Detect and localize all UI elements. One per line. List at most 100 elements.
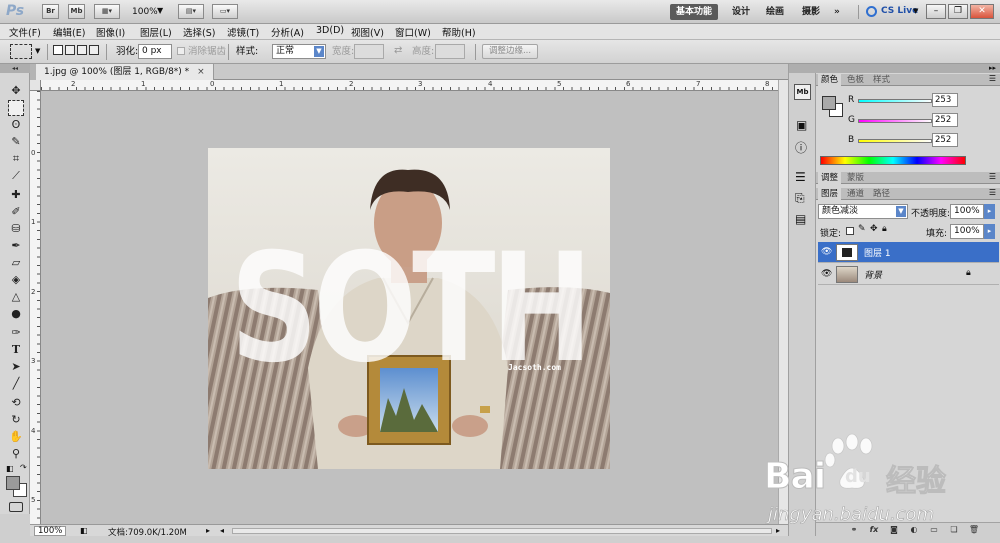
eye-icon[interactable]: 👁︎ xyxy=(821,269,832,279)
pen-tool-icon[interactable]: ✑ xyxy=(8,325,24,341)
type-tool-icon[interactable]: T xyxy=(8,342,24,358)
color-spectrum-bar[interactable] xyxy=(820,156,966,165)
lock-transparent-icon[interactable] xyxy=(846,227,854,235)
menu-window[interactable]: 窗口(W) xyxy=(395,25,431,39)
cslive-dropdown-icon[interactable]: ▼ xyxy=(913,7,918,15)
foreground-color-swatch[interactable] xyxy=(6,476,20,490)
lock-image-icon[interactable]: ✎ xyxy=(858,224,866,234)
tab-adjustments[interactable]: 调整 xyxy=(818,172,842,184)
antialias-checkbox[interactable] xyxy=(177,47,185,55)
arrange-documents-button[interactable]: ▤▾ xyxy=(178,4,204,19)
paint-bucket-tool-icon[interactable]: ◈ xyxy=(8,272,24,288)
move-tool-icon[interactable]: ✥ xyxy=(8,83,24,99)
zoom-dropdown-icon[interactable]: ▼ xyxy=(157,6,163,15)
layer-name[interactable]: 图层 1 xyxy=(864,246,891,259)
preset-dropdown-icon[interactable]: ▼ xyxy=(35,47,40,55)
minibridge-panel-icon[interactable]: Mb xyxy=(794,84,811,100)
opacity-input[interactable]: 100% xyxy=(950,204,984,219)
menu-filter[interactable]: 滤镜(T) xyxy=(227,25,259,39)
new-selection-icon[interactable] xyxy=(53,45,63,55)
panel-menu-icon[interactable]: ☰ xyxy=(989,188,996,197)
status-arrow-icon[interactable]: ▸ xyxy=(206,526,210,535)
ruler-origin[interactable] xyxy=(30,80,41,91)
red-value[interactable]: 253 xyxy=(932,93,958,107)
menu-help[interactable]: 帮助(H) xyxy=(442,25,476,39)
3d-orbit-tool-icon[interactable]: ↻ xyxy=(8,412,24,428)
close-tab-icon[interactable]: × xyxy=(197,67,205,77)
lock-all-icon[interactable]: 🔒︎ xyxy=(882,224,887,234)
workspace-design[interactable]: 设计 xyxy=(726,4,756,20)
refine-edge-button[interactable]: 调整边缘... xyxy=(482,44,538,59)
add-to-selection-icon[interactable] xyxy=(65,45,75,55)
red-slider[interactable] xyxy=(858,99,932,103)
swap-dimensions-icon[interactable]: ⇄ xyxy=(394,45,402,56)
width-input[interactable] xyxy=(354,44,384,59)
3d-rotate-tool-icon[interactable]: ⟲ xyxy=(8,395,24,411)
tab-swatches[interactable]: 色板 xyxy=(844,74,867,86)
layer-row-selected[interactable]: 👁︎ 图层 1 xyxy=(818,242,999,263)
fill-slider-icon[interactable]: ▸ xyxy=(984,224,995,239)
subtract-selection-icon[interactable] xyxy=(77,45,87,55)
blur-tool-icon[interactable]: △ xyxy=(8,289,24,305)
clone-stamp-tool-icon[interactable]: ⛁ xyxy=(8,221,24,237)
tab-color[interactable]: 颜色 xyxy=(818,74,842,86)
minibridge-button[interactable]: Mb xyxy=(68,4,85,19)
default-colors-icon[interactable]: ◧ xyxy=(6,464,14,473)
menu-view[interactable]: 视图(V) xyxy=(351,25,384,39)
screen-mode-button[interactable]: ▭▾ xyxy=(212,4,238,19)
hscroll-left-icon[interactable]: ◂ xyxy=(220,526,224,535)
dodge-tool-icon[interactable]: ● xyxy=(8,306,24,322)
lasso-tool-icon[interactable]: ʘ xyxy=(8,117,24,133)
workspace-essentials[interactable]: 基本功能 xyxy=(670,4,719,20)
line-tool-icon[interactable]: ╱ xyxy=(8,376,24,392)
eye-icon[interactable]: 👁︎ xyxy=(821,247,832,257)
zoom-tool-icon[interactable]: ⚲ xyxy=(8,446,24,462)
clone-source-panel-icon[interactable]: ⎘ xyxy=(795,191,805,206)
restore-button[interactable]: ❐ xyxy=(948,4,968,19)
info-panel-icon[interactable]: ⓘ xyxy=(795,139,807,156)
menu-3d[interactable]: 3D(D) xyxy=(316,25,344,36)
marquee-tool-icon[interactable] xyxy=(8,100,24,116)
tab-paths[interactable]: 路径 xyxy=(870,188,893,200)
view-extras-button[interactable]: ▦▾ xyxy=(94,4,120,19)
eyedropper-tool-icon[interactable]: ⟋ xyxy=(8,168,24,184)
marquee-tool-preset-icon[interactable] xyxy=(10,44,32,59)
workspace-painting[interactable]: 绘画 xyxy=(760,4,790,20)
style-select[interactable]: 正常 ▼ xyxy=(272,44,326,59)
swap-colors-icon[interactable]: ↷ xyxy=(20,463,27,472)
more-workspaces-button[interactable]: » xyxy=(828,4,846,20)
tab-layers[interactable]: 图层 xyxy=(818,188,842,200)
vertical-ruler[interactable]: 0 1 2 3 4 5 xyxy=(30,91,41,524)
blue-slider[interactable] xyxy=(858,139,932,143)
status-nav-icon[interactable]: ◧ xyxy=(80,526,88,535)
menu-image[interactable]: 图像(I) xyxy=(96,25,125,39)
dock-expand-icon[interactable]: ▸▸ xyxy=(989,64,996,72)
eraser-tool-icon[interactable]: ▱ xyxy=(8,255,24,271)
toolbox-collapse-icon[interactable]: ◂◂ xyxy=(0,64,30,73)
tab-masks[interactable]: 蒙版 xyxy=(844,172,867,184)
layer-name[interactable]: 背景 xyxy=(864,268,882,281)
actions-panel-icon[interactable]: ▤ xyxy=(795,212,806,226)
blue-value[interactable]: 252 xyxy=(932,133,958,147)
horizontal-ruler[interactable]: 2 1 0 1 2 3 4 5 6 7 8 xyxy=(41,80,778,91)
workspace-photography[interactable]: 摄影 xyxy=(796,4,826,20)
layer-row-background[interactable]: 👁︎ 背景 🔒︎ xyxy=(818,264,999,285)
panel-menu-icon[interactable]: ☰ xyxy=(989,74,996,83)
adjustments-panel-icon[interactable]: ☰ xyxy=(795,170,806,184)
menu-analysis[interactable]: 分析(A) xyxy=(271,25,304,39)
crop-tool-icon[interactable]: ⌗ xyxy=(8,151,24,167)
green-value[interactable]: 252 xyxy=(932,113,958,127)
color-foreground-swatch[interactable] xyxy=(822,96,836,110)
blend-mode-select[interactable]: 颜色减淡 ▼ xyxy=(818,204,908,219)
feather-input[interactable]: 0 px xyxy=(138,44,172,59)
fill-input[interactable]: 100% xyxy=(950,224,984,239)
status-zoom[interactable]: 100% xyxy=(34,526,67,536)
green-slider[interactable] xyxy=(858,119,932,123)
document-tab[interactable]: 1.jpg @ 100% (图层 1, RGB/8*) * × xyxy=(36,64,214,80)
history-brush-tool-icon[interactable]: ✒ xyxy=(8,238,24,254)
panel-menu-icon[interactable]: ☰ xyxy=(989,172,996,181)
path-selection-tool-icon[interactable]: ➤ xyxy=(8,359,24,375)
height-input[interactable] xyxy=(435,44,465,59)
tab-channels[interactable]: 通道 xyxy=(844,188,867,200)
bridge-button[interactable]: Br xyxy=(42,4,59,19)
